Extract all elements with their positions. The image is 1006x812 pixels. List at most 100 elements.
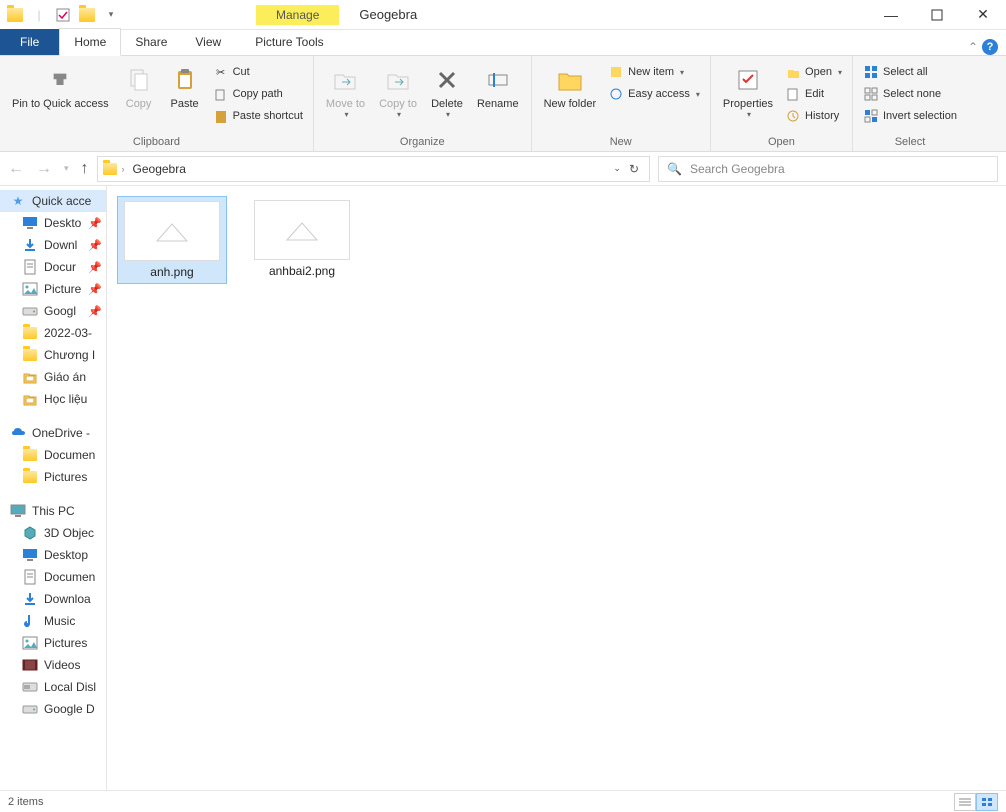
file-content-area[interactable]: anh.pnganhbai2.png [107,186,1006,790]
details-view-button[interactable] [954,793,976,811]
copy-to-button[interactable]: Copy to▾ [373,62,423,121]
easy-access-button[interactable]: Easy access▾ [604,84,704,104]
sidebar-item[interactable]: Picture📌 [0,278,106,300]
select-all-button[interactable]: Select all [859,62,961,82]
sidebar-quick-access[interactable]: ★ Quick acce [0,190,106,212]
maximize-button[interactable] [914,0,960,30]
sidebar-item[interactable]: Desktop [0,544,106,566]
easy-access-icon [608,86,624,102]
navigation-pane[interactable]: ★ Quick acce Deskto📌Downl📌Docur📌Picture📌… [0,186,107,790]
new-folder-button[interactable]: New folder [538,62,603,113]
pin-quick-access-button[interactable]: Pin to Quick access [6,62,115,113]
cut-button[interactable]: ✂Cut [209,62,307,82]
sidebar-item[interactable]: Local Disl [0,676,106,698]
up-button[interactable]: ↑ [81,160,89,178]
tree-item-icon [22,701,38,717]
address-bar[interactable]: › Geogebra ⌄ ↻ [97,156,650,182]
sidebar-item[interactable]: Chương I [0,344,106,366]
tree-item-icon [22,259,38,275]
recent-dropdown-icon[interactable]: ▾ [64,163,69,174]
edit-button[interactable]: Edit [781,84,846,104]
open-button[interactable]: Open▾ [781,62,846,82]
open-icon [785,64,801,80]
spacer [0,488,106,500]
back-button[interactable]: ← [8,160,24,178]
tree-item-label: 3D Objec [44,526,94,540]
rename-button[interactable]: Rename [471,62,525,112]
chevron-right-icon[interactable]: › [122,164,125,174]
sidebar-item[interactable]: Học liệu [0,388,106,410]
sidebar-item[interactable]: Pictures [0,466,106,488]
sidebar-this-pc[interactable]: This PC [0,500,106,522]
new-item-button[interactable]: New item▾ [604,62,704,82]
qat-dropdown-icon[interactable]: ▾ [100,4,122,26]
file-thumbnail [254,200,350,260]
sidebar-item[interactable]: 2022-03- [0,322,106,344]
tab-home[interactable]: Home [59,28,121,56]
thumbnails-view-button[interactable] [976,793,998,811]
folder-icon [102,161,118,177]
sidebar-item[interactable]: Music [0,610,106,632]
help-icon[interactable]: ? [982,39,998,55]
properties-button[interactable]: Properties▾ [717,62,779,121]
forward-button[interactable]: → [36,160,52,178]
pin-label: Pin to Quick access [12,98,109,111]
nav-arrows: ← → ▾ ↑ [8,160,89,178]
titlebar: | ▾ Manage Geogebra — ✕ [0,0,1006,30]
tab-view[interactable]: View [181,29,235,55]
move-to-button[interactable]: Move to▾ [320,62,371,121]
qat-folder-icon[interactable] [4,4,26,26]
sidebar-onedrive[interactable]: OneDrive - [0,422,106,444]
paste-shortcut-button[interactable]: Paste shortcut [209,106,307,126]
tab-share[interactable]: Share [121,29,181,55]
file-item[interactable]: anhbai2.png [247,196,357,282]
chevron-down-icon: ▾ [446,110,450,119]
tree-item-label: Google D [44,702,95,716]
sidebar-item[interactable]: Googl📌 [0,300,106,322]
sidebar-item[interactable]: Google D [0,698,106,720]
qat-check-icon[interactable] [52,4,74,26]
refresh-button[interactable]: ↻ [629,162,639,176]
search-input[interactable]: 🔍 Search Geogebra [658,156,998,182]
paste-button[interactable]: Paste [163,62,207,112]
copy-button[interactable]: Copy [117,62,161,112]
sidebar-item[interactable]: Downl📌 [0,234,106,256]
address-dropdown-icon[interactable]: ⌄ [613,163,621,174]
tree-item-icon [22,447,38,463]
sidebar-item[interactable]: Videos [0,654,106,676]
tab-picture-tools[interactable]: Picture Tools [241,29,337,55]
close-button[interactable]: ✕ [960,0,1006,30]
sidebar-item[interactable]: Pictures [0,632,106,654]
tab-file[interactable]: File [0,29,59,55]
copy-path-button[interactable]: Copy path [209,84,307,104]
open-group-label: Open [717,134,846,151]
manage-tab[interactable]: Manage [256,5,339,25]
sidebar-item[interactable]: Giáo án [0,366,106,388]
organize-group-label: Organize [320,134,525,151]
sidebar-item[interactable]: Downloa [0,588,106,610]
collapse-ribbon-icon[interactable]: ⌃ [968,40,978,54]
sidebar-item[interactable]: Documen [0,444,106,466]
tree-item-label: Local Disl [44,680,96,694]
qat-folder2-icon[interactable] [76,4,98,26]
file-item[interactable]: anh.png [117,196,227,284]
sidebar-item[interactable]: 3D Objec [0,522,106,544]
pin-icon: 📌 [88,305,102,318]
chevron-down-icon: ▾ [344,110,348,119]
sidebar-item[interactable]: Docur📌 [0,256,106,278]
paste-icon [169,64,201,96]
sidebar-item[interactable]: Deskto📌 [0,212,106,234]
select-none-button[interactable]: Select none [859,84,961,104]
tree-item-icon [22,635,38,651]
copy-icon [123,64,155,96]
invert-selection-button[interactable]: Invert selection [859,106,961,126]
main-area: ★ Quick acce Deskto📌Downl📌Docur📌Picture📌… [0,186,1006,790]
history-button[interactable]: History [781,106,846,126]
sidebar-item[interactable]: Documen [0,566,106,588]
breadcrumb[interactable]: Geogebra [129,160,190,178]
select-none-icon [863,86,879,102]
copy-path-icon [213,86,229,102]
delete-button[interactable]: Delete▾ [425,62,469,121]
minimize-button[interactable]: — [868,0,914,30]
tree-item-label: Picture [44,282,81,296]
